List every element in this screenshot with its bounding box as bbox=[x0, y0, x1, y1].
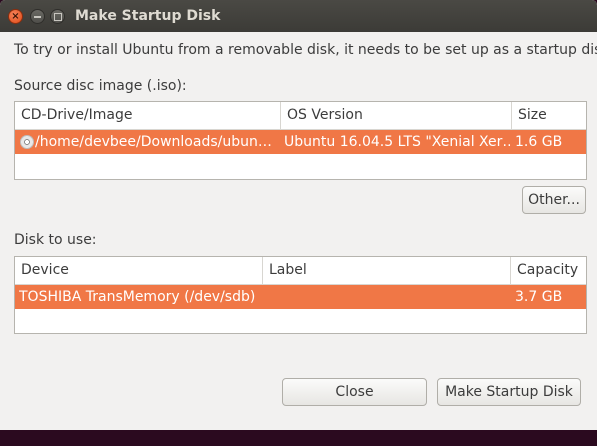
column-header-size[interactable]: Size bbox=[512, 102, 587, 129]
disk-capacity: 3.7 GB bbox=[515, 289, 563, 305]
window-maximize-icon[interactable] bbox=[50, 9, 65, 24]
cd-icon bbox=[20, 135, 34, 149]
source-size: 1.6 GB bbox=[515, 134, 563, 150]
source-label: Source disc image (.iso): bbox=[14, 78, 187, 94]
column-header-capacity[interactable]: Capacity bbox=[511, 257, 587, 284]
disk-list-header: Device Label Capacity bbox=[15, 257, 586, 285]
window-title: Make Startup Disk bbox=[75, 8, 221, 24]
column-header-os-version[interactable]: OS Version bbox=[281, 102, 512, 129]
titlebar: × Make Startup Disk bbox=[0, 0, 597, 32]
source-os-version: Ubuntu 16.04.5 LTS "Xenial Xer… bbox=[284, 134, 510, 150]
desktop-background bbox=[0, 430, 597, 446]
disk-list[interactable]: Device Label Capacity TOSHIBA TransMemor… bbox=[14, 256, 587, 334]
source-list-header: CD-Drive/Image OS Version Size bbox=[15, 102, 586, 130]
column-header-label[interactable]: Label bbox=[263, 257, 511, 284]
window-minimize-icon[interactable] bbox=[30, 9, 45, 24]
make-startup-disk-button[interactable]: Make Startup Disk bbox=[437, 378, 581, 406]
other-button[interactable]: Other... bbox=[522, 186, 586, 214]
column-header-device[interactable]: Device bbox=[15, 257, 263, 284]
disk-label: Disk to use: bbox=[14, 232, 97, 248]
disk-label-value bbox=[266, 285, 506, 309]
source-image-list[interactable]: CD-Drive/Image OS Version Size /home/dev… bbox=[14, 101, 587, 180]
source-image-path: /home/devbee/Downloads/ubun… bbox=[35, 134, 272, 150]
disk-device: TOSHIBA TransMemory (/dev/sdb) bbox=[19, 289, 256, 305]
make-startup-disk-window: × Make Startup Disk To try or install Ub… bbox=[0, 0, 597, 430]
close-button[interactable]: Close bbox=[282, 378, 427, 406]
source-row-selected[interactable]: /home/devbee/Downloads/ubun… Ubuntu 16.0… bbox=[15, 130, 586, 154]
column-header-cd-drive-image[interactable]: CD-Drive/Image bbox=[15, 102, 281, 129]
disk-row-selected[interactable]: TOSHIBA TransMemory (/dev/sdb) 3.7 GB bbox=[15, 285, 586, 309]
window-close-icon[interactable]: × bbox=[8, 9, 23, 24]
intro-text: To try or install Ubuntu from a removabl… bbox=[14, 42, 597, 58]
